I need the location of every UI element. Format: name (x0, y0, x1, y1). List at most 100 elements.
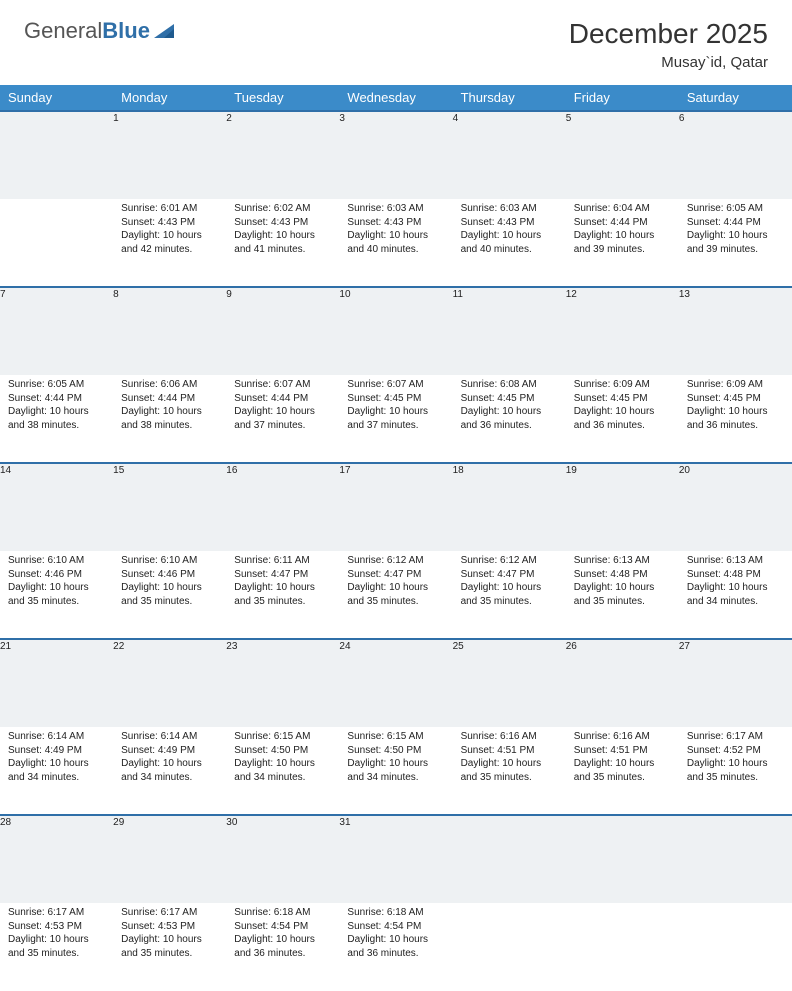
sunset-text: Sunset: 4:43 PM (347, 216, 444, 230)
sunset-text: Sunset: 4:44 PM (121, 392, 218, 406)
sunset-text: Sunset: 4:45 PM (574, 392, 671, 406)
day-cell: Sunrise: 6:15 AMSunset: 4:50 PMDaylight:… (226, 727, 339, 815)
day-number: 30 (226, 815, 339, 903)
day-cell (0, 199, 113, 287)
sunset-text: Sunset: 4:54 PM (347, 920, 444, 934)
sunset-text: Sunset: 4:50 PM (347, 744, 444, 758)
day-cell: Sunrise: 6:11 AMSunset: 4:47 PMDaylight:… (226, 551, 339, 639)
day-cell: Sunrise: 6:06 AMSunset: 4:44 PMDaylight:… (113, 375, 226, 463)
daylight-text: Daylight: 10 hours (461, 581, 558, 595)
location: Musay`id, Qatar (569, 54, 768, 71)
day-number (453, 815, 566, 903)
day-cell: Sunrise: 6:10 AMSunset: 4:46 PMDaylight:… (0, 551, 113, 639)
daylight-text: Daylight: 10 hours (574, 229, 671, 243)
daylight-text: Daylight: 10 hours (234, 405, 331, 419)
brand-logo: GeneralBlue (24, 18, 176, 44)
day-number: 26 (566, 639, 679, 727)
sunset-text: Sunset: 4:44 PM (8, 392, 105, 406)
daylight-text: and 36 minutes. (347, 947, 444, 961)
sunset-text: Sunset: 4:49 PM (8, 744, 105, 758)
sunrise-text: Sunrise: 6:15 AM (234, 730, 331, 744)
day-cell (566, 903, 679, 991)
day-number: 19 (566, 463, 679, 551)
daylight-text: and 39 minutes. (574, 243, 671, 257)
daylight-text: and 38 minutes. (8, 419, 105, 433)
daylight-text: Daylight: 10 hours (347, 933, 444, 947)
day-number: 12 (566, 287, 679, 375)
daylight-text: and 36 minutes. (574, 419, 671, 433)
daylight-text: Daylight: 10 hours (234, 933, 331, 947)
weekday-header: Sunday (0, 85, 113, 111)
daylight-text: and 34 minutes. (121, 771, 218, 785)
brand-text: GeneralBlue (24, 18, 150, 44)
day-cell: Sunrise: 6:01 AMSunset: 4:43 PMDaylight:… (113, 199, 226, 287)
day-number: 21 (0, 639, 113, 727)
sunrise-text: Sunrise: 6:01 AM (121, 202, 218, 216)
day-cell: Sunrise: 6:03 AMSunset: 4:43 PMDaylight:… (339, 199, 452, 287)
day-number: 16 (226, 463, 339, 551)
sunset-text: Sunset: 4:49 PM (121, 744, 218, 758)
day-cell: Sunrise: 6:04 AMSunset: 4:44 PMDaylight:… (566, 199, 679, 287)
sunrise-text: Sunrise: 6:07 AM (347, 378, 444, 392)
sunrise-text: Sunrise: 6:14 AM (8, 730, 105, 744)
sunset-text: Sunset: 4:50 PM (234, 744, 331, 758)
daylight-text: and 35 minutes. (687, 771, 784, 785)
daylight-text: Daylight: 10 hours (234, 757, 331, 771)
daylight-text: and 35 minutes. (234, 595, 331, 609)
weekday-header: Saturday (679, 85, 792, 111)
daylight-text: and 34 minutes. (347, 771, 444, 785)
day-number: 14 (0, 463, 113, 551)
daylight-text: Daylight: 10 hours (687, 581, 784, 595)
daylight-text: Daylight: 10 hours (8, 933, 105, 947)
day-cell: Sunrise: 6:13 AMSunset: 4:48 PMDaylight:… (679, 551, 792, 639)
day-cell: Sunrise: 6:17 AMSunset: 4:53 PMDaylight:… (0, 903, 113, 991)
day-cell: Sunrise: 6:08 AMSunset: 4:45 PMDaylight:… (453, 375, 566, 463)
daylight-text: Daylight: 10 hours (687, 757, 784, 771)
daylight-text: and 38 minutes. (121, 419, 218, 433)
day-cell: Sunrise: 6:09 AMSunset: 4:45 PMDaylight:… (679, 375, 792, 463)
sunrise-text: Sunrise: 6:03 AM (347, 202, 444, 216)
daylight-text: and 35 minutes. (8, 595, 105, 609)
sunset-text: Sunset: 4:47 PM (234, 568, 331, 582)
daylight-text: Daylight: 10 hours (121, 757, 218, 771)
sunset-text: Sunset: 4:44 PM (574, 216, 671, 230)
day-cell: Sunrise: 6:07 AMSunset: 4:44 PMDaylight:… (226, 375, 339, 463)
day-number: 2 (226, 111, 339, 199)
daylight-text: and 42 minutes. (121, 243, 218, 257)
sunrise-text: Sunrise: 6:17 AM (8, 906, 105, 920)
weekday-header: Tuesday (226, 85, 339, 111)
sunrise-text: Sunrise: 6:05 AM (687, 202, 784, 216)
sunrise-text: Sunrise: 6:16 AM (574, 730, 671, 744)
daylight-text: Daylight: 10 hours (234, 229, 331, 243)
day-number-row: 21222324252627 (0, 639, 792, 727)
daylight-text: Daylight: 10 hours (347, 757, 444, 771)
sunrise-text: Sunrise: 6:05 AM (8, 378, 105, 392)
sunrise-text: Sunrise: 6:10 AM (121, 554, 218, 568)
day-number: 22 (113, 639, 226, 727)
day-number: 11 (453, 287, 566, 375)
day-cell: Sunrise: 6:15 AMSunset: 4:50 PMDaylight:… (339, 727, 452, 815)
day-cell: Sunrise: 6:09 AMSunset: 4:45 PMDaylight:… (566, 375, 679, 463)
calendar-table: Sunday Monday Tuesday Wednesday Thursday… (0, 85, 792, 991)
daylight-text: and 37 minutes. (234, 419, 331, 433)
brand-part2: Blue (102, 18, 150, 43)
day-number: 1 (113, 111, 226, 199)
sunset-text: Sunset: 4:45 PM (461, 392, 558, 406)
day-number: 15 (113, 463, 226, 551)
sunset-text: Sunset: 4:44 PM (234, 392, 331, 406)
sunrise-text: Sunrise: 6:11 AM (234, 554, 331, 568)
sunrise-text: Sunrise: 6:17 AM (121, 906, 218, 920)
daylight-text: Daylight: 10 hours (121, 405, 218, 419)
daylight-text: Daylight: 10 hours (687, 405, 784, 419)
day-cell: Sunrise: 6:14 AMSunset: 4:49 PMDaylight:… (0, 727, 113, 815)
day-content-row: Sunrise: 6:14 AMSunset: 4:49 PMDaylight:… (0, 727, 792, 815)
day-cell: Sunrise: 6:16 AMSunset: 4:51 PMDaylight:… (453, 727, 566, 815)
weekday-header-row: Sunday Monday Tuesday Wednesday Thursday… (0, 85, 792, 111)
day-cell: Sunrise: 6:17 AMSunset: 4:53 PMDaylight:… (113, 903, 226, 991)
daylight-text: and 35 minutes. (461, 771, 558, 785)
day-number (0, 111, 113, 199)
daylight-text: Daylight: 10 hours (574, 757, 671, 771)
day-cell: Sunrise: 6:14 AMSunset: 4:49 PMDaylight:… (113, 727, 226, 815)
daylight-text: Daylight: 10 hours (121, 229, 218, 243)
sunrise-text: Sunrise: 6:12 AM (347, 554, 444, 568)
